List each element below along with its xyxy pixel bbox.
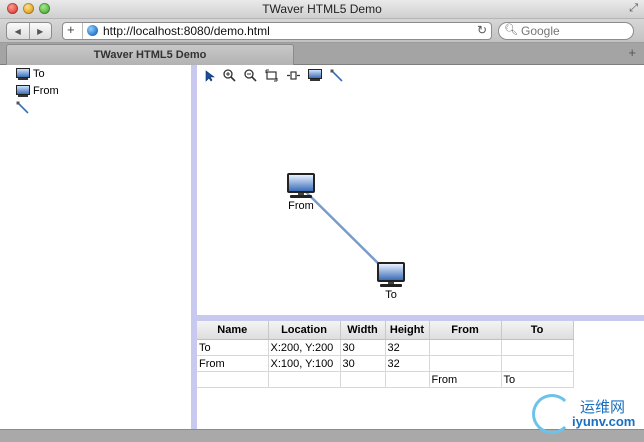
new-tab-button[interactable]: + (628, 45, 636, 60)
column-header-location[interactable]: Location (268, 321, 341, 340)
monitor-icon (377, 262, 405, 288)
history-buttons: ◀ ▶ (6, 22, 52, 40)
monitor-icon (16, 84, 30, 98)
column-header-from[interactable]: From (429, 321, 502, 340)
column-header-width[interactable]: Width (340, 321, 386, 340)
monitor-icon (287, 173, 315, 199)
table-cell: From (429, 371, 502, 388)
table-cell: To (197, 339, 269, 356)
table-cell: 30 (340, 355, 386, 372)
tree-item-from[interactable]: From (16, 83, 59, 99)
tree-item-label: From (33, 85, 59, 97)
monitor-icon (16, 67, 30, 81)
url-text[interactable]: http://localhost:8080/demo.html (103, 24, 270, 38)
tab-bar: TWaver HTML5 Demo + (0, 43, 644, 65)
table-cell (268, 371, 341, 388)
add-bookmark-icon[interactable]: + (67, 22, 75, 37)
node-from[interactable]: From (281, 173, 321, 212)
search-icon: 🔍︎ (504, 24, 518, 36)
node-to[interactable]: To (371, 262, 411, 301)
back-button[interactable]: ◀ (7, 23, 30, 39)
reload-icon[interactable]: ↻ (477, 23, 487, 37)
address-bar[interactable]: + http://localhost:8080/demo.html ↻ (62, 22, 492, 40)
column-header-height[interactable]: Height (385, 321, 430, 340)
fullscreen-icon[interactable]: ⤢ (629, 2, 638, 15)
table-cell: To (501, 371, 574, 388)
table-row[interactable]: From To (197, 371, 574, 388)
table-header-row: Name Location Width Height From To (197, 321, 574, 340)
network-canvas[interactable]: From To (197, 65, 644, 315)
table-cell (340, 371, 386, 388)
divider (82, 23, 83, 39)
table-cell (501, 339, 574, 356)
table-cell: 32 (385, 355, 430, 372)
tree-item-to[interactable]: To (16, 66, 45, 82)
watermark-logo: 运维网 iyunv.com (532, 392, 642, 434)
table-cell: X:100, Y:100 (268, 355, 341, 372)
table-cell: X:200, Y:200 (268, 339, 341, 356)
table-cell (197, 371, 269, 388)
watermark-text-bottom: iyunv.com (572, 414, 636, 429)
link-icon (16, 101, 29, 114)
column-header-to[interactable]: To (501, 321, 574, 340)
table-cell (429, 339, 502, 356)
property-table: Name Location Width Height From To To X:… (197, 321, 574, 388)
tree-item-label: To (33, 68, 45, 80)
forward-button[interactable]: ▶ (30, 23, 52, 39)
column-header-name[interactable]: Name (197, 321, 269, 340)
browser-toolbar: ◀ ▶ + http://localhost:8080/demo.html ↻ … (0, 19, 644, 43)
watermark-circle (532, 394, 572, 434)
table-cell (385, 371, 430, 388)
table-cell: 32 (385, 339, 430, 356)
window-title: TWaver HTML5 Demo (262, 2, 382, 16)
table-cell (501, 355, 574, 372)
tab-demo[interactable]: TWaver HTML5 Demo (6, 44, 294, 65)
search-input[interactable] (521, 24, 621, 38)
link-layer (303, 189, 391, 276)
table-cell: 30 (340, 339, 386, 356)
table-row[interactable]: From X:100, Y:100 30 32 (197, 355, 574, 372)
search-box[interactable]: 🔍︎ (498, 22, 634, 40)
table-row[interactable]: To X:200, Y:200 30 32 (197, 339, 574, 356)
tree-item-link[interactable] (16, 100, 30, 116)
globe-icon (87, 25, 98, 36)
tree-pane: To From (0, 65, 191, 429)
table-cell (429, 355, 502, 372)
title-bar: TWaver HTML5 Demo ⤢ (0, 0, 644, 19)
node-label: To (385, 289, 397, 301)
table-cell: From (197, 355, 269, 372)
node-label: From (288, 200, 314, 212)
